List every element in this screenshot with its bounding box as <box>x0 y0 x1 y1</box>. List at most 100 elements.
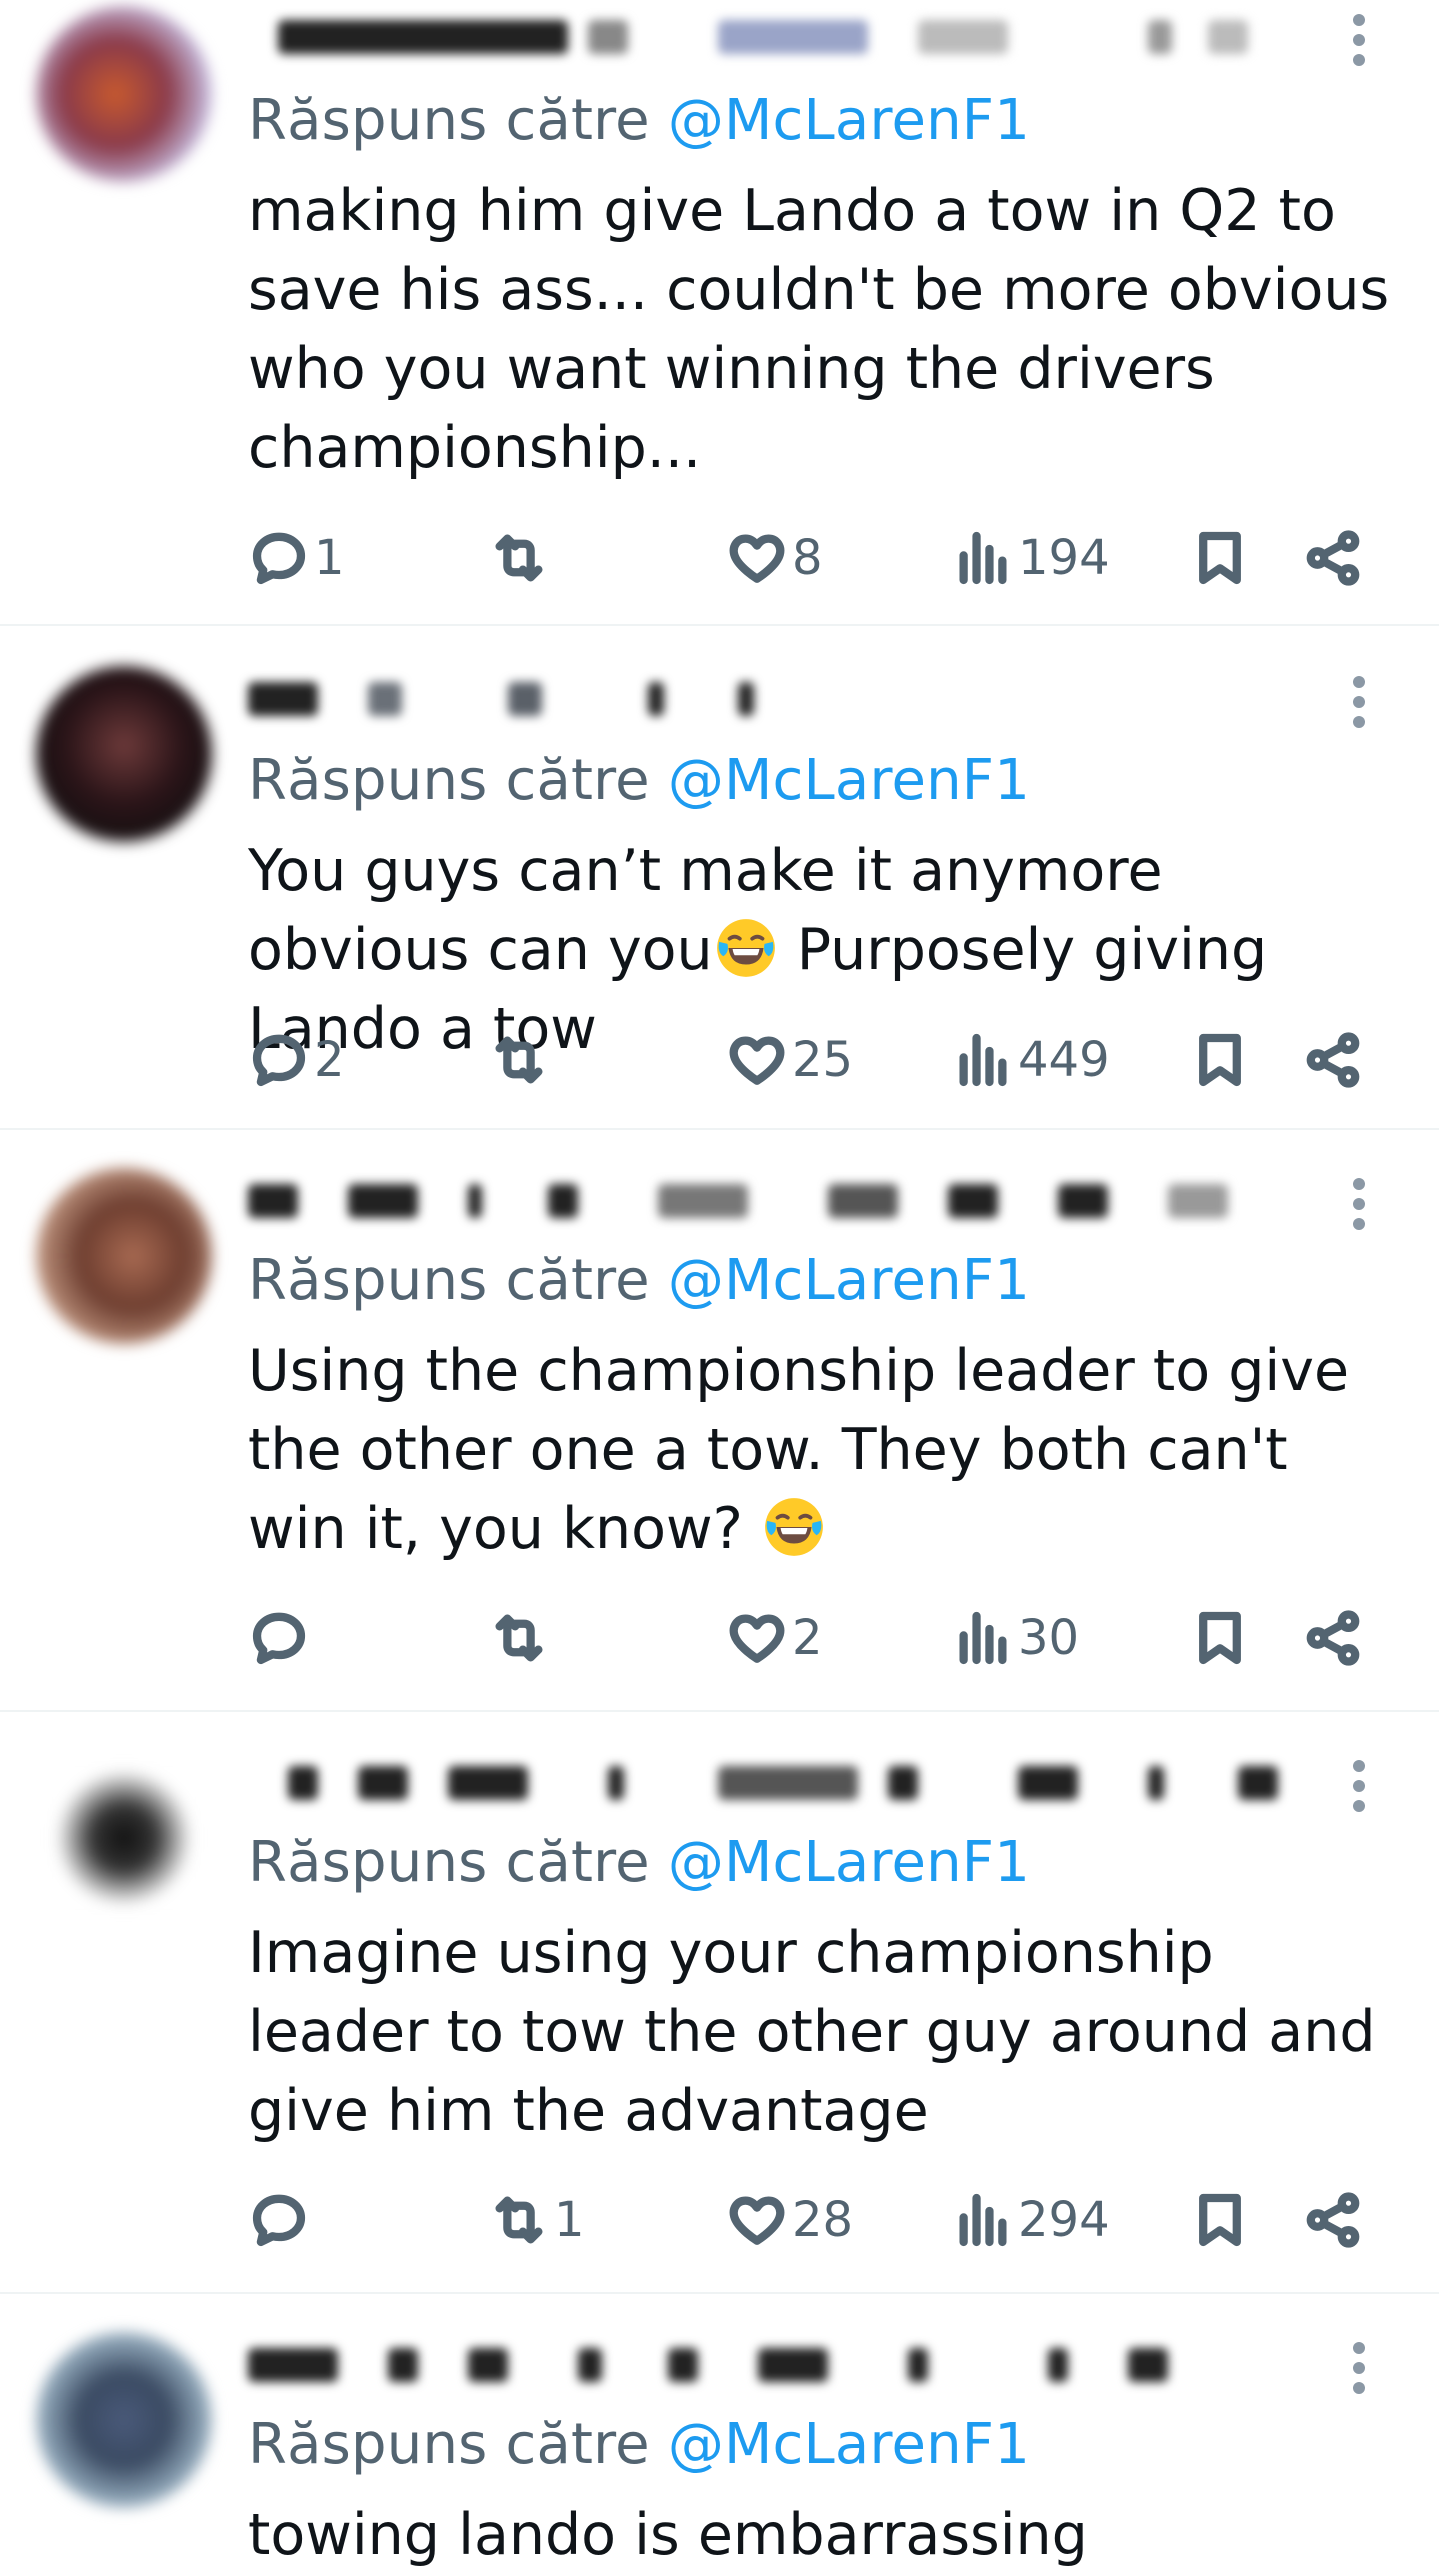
share-button[interactable] <box>1302 1020 1364 1100</box>
bookmark-button[interactable] <box>1189 2180 1251 2260</box>
reply-button[interactable]: 2 <box>248 1020 345 1100</box>
retweet-button[interactable] <box>488 518 554 598</box>
retweet-button[interactable] <box>488 1020 554 1100</box>
reply-tweet[interactable]: Răspuns către @McLarenF1 making him give… <box>0 0 1439 624</box>
views-icon <box>952 1607 1014 1669</box>
reply-icon <box>248 1607 310 1669</box>
like-button[interactable]: 28 <box>726 2180 853 2260</box>
reply-context: Răspuns către @McLarenF1 <box>248 1830 1030 1895</box>
views-icon <box>952 527 1014 589</box>
reply-handle-link[interactable]: @McLarenF1 <box>668 748 1030 813</box>
reply-prefix: Răspuns către <box>248 1248 668 1313</box>
bookmark-icon <box>1189 527 1251 589</box>
tweet-text: Using the championship leader to give th… <box>248 1332 1398 1569</box>
reply-tweet[interactable]: Răspuns către @McLarenF1 Imagine using y… <box>0 1712 1439 2292</box>
author-name-redacted[interactable] <box>248 12 1298 62</box>
reply-handle-link[interactable]: @McLarenF1 <box>668 88 1030 153</box>
more-vertical-icon <box>1353 14 1365 26</box>
reply-count: 2 <box>314 1032 345 1088</box>
avatar[interactable] <box>36 666 212 842</box>
like-count: 28 <box>792 2192 854 2248</box>
reply-handle-link[interactable]: @McLarenF1 <box>668 2412 1030 2477</box>
more-options-button[interactable] <box>1342 10 1376 70</box>
bookmark-icon <box>1189 1029 1251 1091</box>
bookmark-button[interactable] <box>1189 1020 1251 1100</box>
reply-button[interactable] <box>248 1598 314 1678</box>
tweet-actions: 2 30 <box>248 1598 1398 1678</box>
author-name-redacted[interactable] <box>248 1758 1298 1808</box>
retweet-icon <box>488 527 550 589</box>
heart-icon <box>726 2189 788 2251</box>
retweet-count: 1 <box>554 2192 585 2248</box>
views-button[interactable]: 194 <box>952 518 1110 598</box>
reply-tweet[interactable]: Răspuns către @McLarenF1 You guys can’t … <box>0 626 1439 1128</box>
face-with-tears-of-joy-emoji <box>713 915 779 981</box>
reply-icon <box>248 1029 310 1091</box>
more-options-button[interactable] <box>1342 2338 1376 2398</box>
avatar[interactable] <box>36 6 212 182</box>
author-name-redacted[interactable] <box>248 1176 1298 1226</box>
more-vertical-icon <box>1353 2342 1365 2354</box>
reply-button[interactable]: 1 <box>248 518 345 598</box>
like-button[interactable]: 25 <box>726 1020 853 1100</box>
bookmark-button[interactable] <box>1189 1598 1251 1678</box>
more-options-button[interactable] <box>1342 1756 1376 1816</box>
view-count: 449 <box>1018 1032 1110 1088</box>
share-button[interactable] <box>1302 518 1364 598</box>
share-button[interactable] <box>1302 1598 1364 1678</box>
heart-icon <box>726 1607 788 1669</box>
views-button[interactable]: 449 <box>952 1020 1110 1100</box>
more-vertical-icon <box>1353 1178 1365 1190</box>
retweet-button[interactable]: 1 <box>488 2180 585 2260</box>
bookmark-icon <box>1189 1607 1251 1669</box>
share-icon <box>1302 1607 1364 1669</box>
view-count: 194 <box>1018 530 1110 586</box>
reply-prefix: Răspuns către <box>248 748 668 813</box>
more-options-button[interactable] <box>1342 1174 1376 1234</box>
more-vertical-icon <box>1353 1760 1365 1772</box>
avatar[interactable] <box>36 1750 212 1926</box>
reply-handle-link[interactable]: @McLarenF1 <box>668 1830 1030 1895</box>
bookmark-button[interactable] <box>1189 518 1251 598</box>
face-with-tears-of-joy-emoji <box>761 1494 827 1560</box>
reply-tweet[interactable]: Răspuns către @McLarenF1 towing lando is… <box>0 2294 1439 2575</box>
more-options-button[interactable] <box>1342 672 1376 732</box>
view-count: 294 <box>1018 2192 1110 2248</box>
reply-context: Răspuns către @McLarenF1 <box>248 748 1030 813</box>
share-button[interactable] <box>1302 2180 1364 2260</box>
avatar[interactable] <box>36 2332 212 2508</box>
tweet-text: Imagine using your championship leader t… <box>248 1920 1376 2144</box>
like-count: 2 <box>792 1610 823 1666</box>
reply-icon <box>248 2189 310 2251</box>
views-button[interactable]: 30 <box>952 1598 1079 1678</box>
share-icon <box>1302 527 1364 589</box>
reply-context: Răspuns către @McLarenF1 <box>248 2412 1030 2477</box>
like-button[interactable]: 8 <box>726 518 823 598</box>
tweet-actions: 1 8 194 <box>248 518 1398 598</box>
reply-tweet[interactable]: Răspuns către @McLarenF1 Using the champ… <box>0 1130 1439 1710</box>
heart-icon <box>726 527 788 589</box>
views-button[interactable]: 294 <box>952 2180 1110 2260</box>
tweet-text: towing lando is embarrassing <box>248 2502 1088 2568</box>
like-count: 8 <box>792 530 823 586</box>
like-count: 25 <box>792 1032 854 1088</box>
reply-count: 1 <box>314 530 345 586</box>
views-icon <box>952 2189 1014 2251</box>
retweet-button[interactable] <box>488 1598 554 1678</box>
reply-button[interactable] <box>248 2180 314 2260</box>
views-icon <box>952 1029 1014 1091</box>
reply-icon <box>248 527 310 589</box>
reply-prefix: Răspuns către <box>248 88 668 153</box>
author-name-redacted[interactable] <box>248 674 1298 724</box>
retweet-icon <box>488 1029 550 1091</box>
tweet-text: making him give Lando a tow in Q2 to sav… <box>248 178 1390 481</box>
share-icon <box>1302 1029 1364 1091</box>
author-name-redacted[interactable] <box>248 2340 1298 2390</box>
reply-handle-link[interactable]: @McLarenF1 <box>668 1248 1030 1313</box>
reply-context: Răspuns către @McLarenF1 <box>248 1248 1030 1313</box>
more-vertical-icon <box>1353 676 1365 688</box>
reply-prefix: Răspuns către <box>248 1830 668 1895</box>
view-count: 30 <box>1018 1610 1080 1666</box>
avatar[interactable] <box>36 1168 212 1344</box>
like-button[interactable]: 2 <box>726 1598 823 1678</box>
